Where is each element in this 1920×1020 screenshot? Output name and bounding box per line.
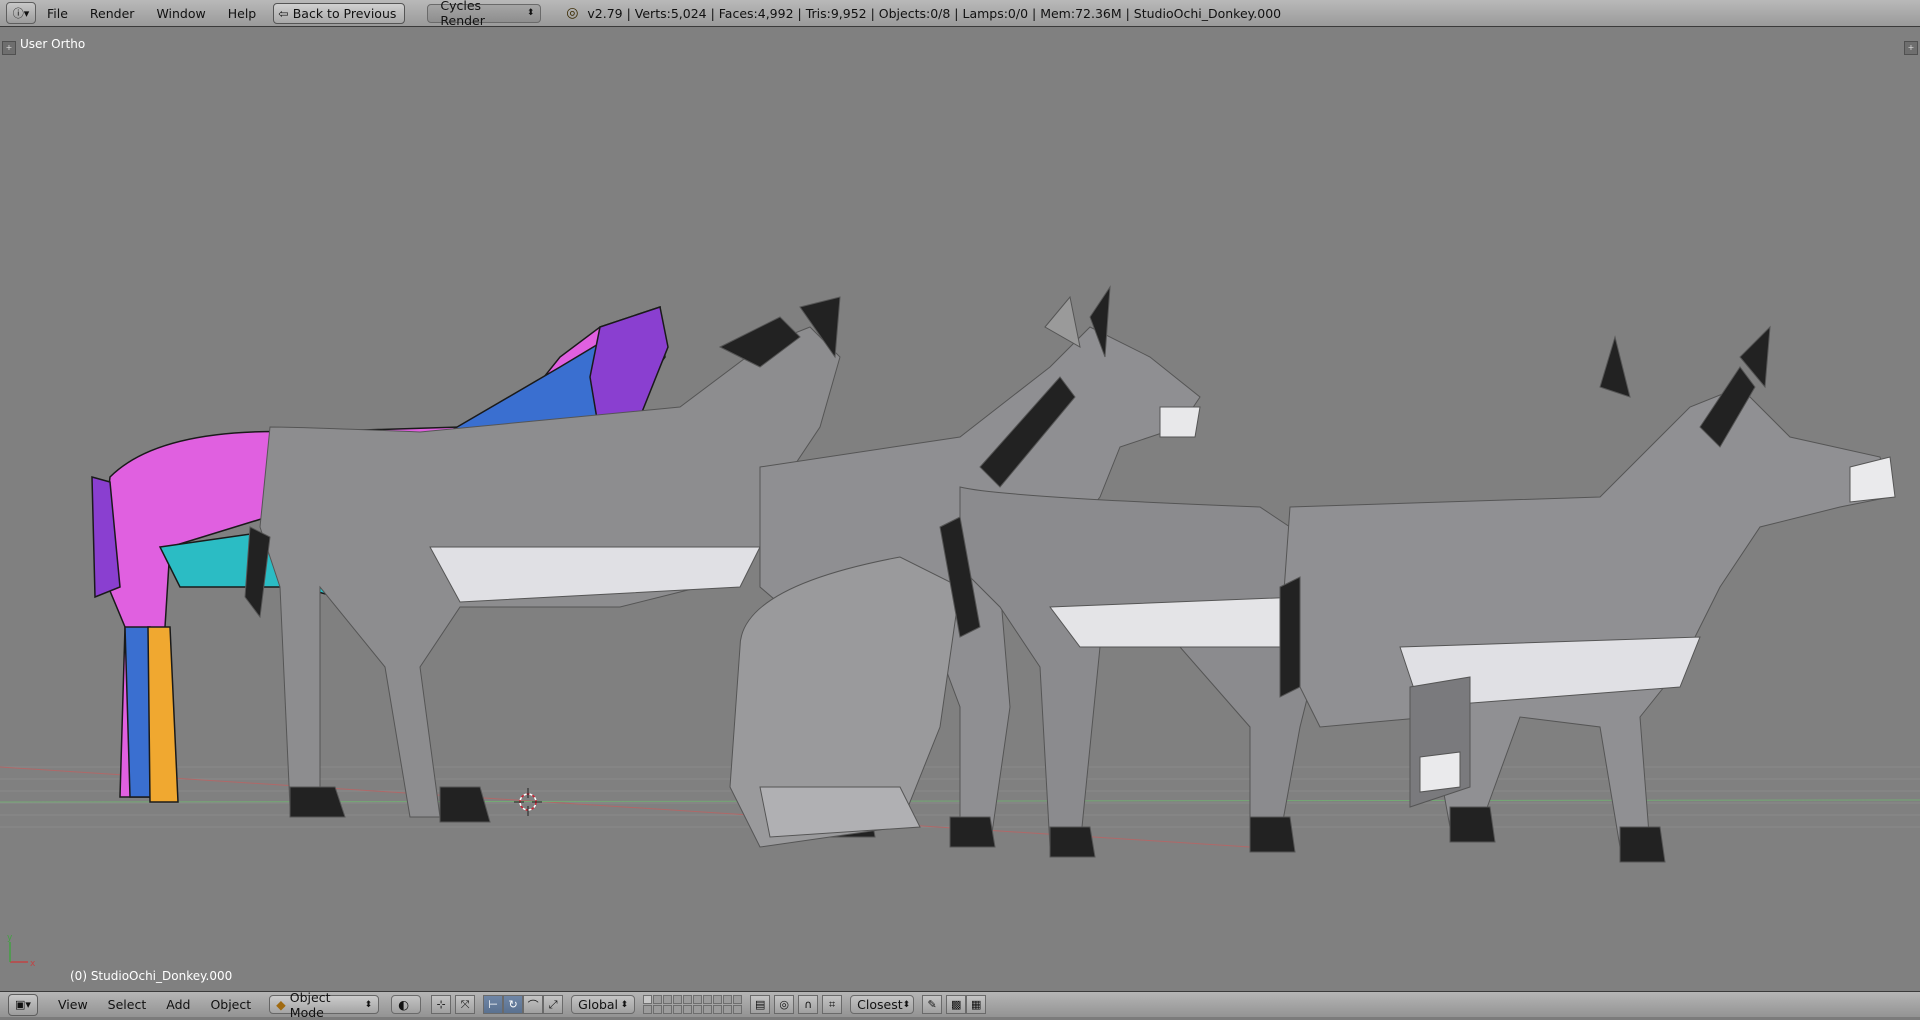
interaction-mode-value: Object Mode — [289, 989, 331, 1020]
render-icon: ✎ — [927, 998, 937, 1011]
snap-target-value: Closest — [857, 997, 903, 1012]
lock-camera-layers-button[interactable]: ▤ — [750, 995, 771, 1014]
view-name-label: User Ortho — [20, 37, 86, 51]
layer-button[interactable] — [673, 995, 683, 1004]
active-object-label: (0) StudioOchi_Donkey.000 — [70, 969, 233, 983]
arc-manipulator-button[interactable]: ⌒ — [523, 995, 544, 1014]
scene-statistics: v2.79 | Verts:5,024 | Faces:4,992 | Tris… — [587, 5, 1282, 21]
layer-button[interactable] — [693, 1005, 703, 1014]
layer-button[interactable] — [673, 1005, 683, 1014]
layer-button[interactable] — [733, 1005, 743, 1014]
layer-button[interactable] — [693, 995, 703, 1004]
menu-render[interactable]: Render — [79, 0, 146, 27]
cube-icon: ▣▾ — [15, 998, 31, 1011]
scale-icon: ⤢ — [548, 997, 558, 1011]
editor-type-button[interactable]: ⓘ▾ — [6, 2, 36, 24]
snap-element-button[interactable]: ⌗ — [822, 995, 843, 1014]
layer-button[interactable] — [663, 1005, 673, 1014]
render-button[interactable]: ✎ — [922, 995, 943, 1014]
back-arrow-icon: ⇦ — [278, 5, 289, 21]
clapper-icon: ▦ — [970, 998, 982, 1011]
pivot-icon: ⊹ — [436, 998, 446, 1011]
magnet-icon: ∩ — [804, 998, 813, 1011]
back-to-previous-button[interactable]: ⇦ Back to Previous — [273, 2, 406, 24]
menu-select[interactable]: Select — [98, 997, 157, 1012]
menu-view[interactable]: View — [48, 997, 98, 1012]
translate-icon: ⊢ — [488, 998, 498, 1011]
rotate-icon: ↻ — [508, 998, 518, 1011]
layer-button[interactable] — [663, 995, 673, 1004]
axis-x-label: x — [30, 959, 36, 969]
back-button-label: Back to Previous — [292, 5, 397, 21]
layers-icon: ▤ — [754, 998, 766, 1011]
layer-button[interactable] — [643, 1005, 653, 1014]
arc-icon: ⌒ — [527, 998, 539, 1012]
3d-viewport[interactable]: x y User Ortho (0) StudioOchi_Donkey.000… — [0, 27, 1920, 991]
opengl-render-image-button[interactable]: ▩ — [946, 995, 967, 1014]
axis-gizmo: x y — [7, 933, 36, 969]
layer-button[interactable] — [723, 1005, 733, 1014]
pivot-point-button[interactable]: ⊹ — [431, 995, 452, 1014]
object-mode-icon: ◆ — [276, 997, 286, 1012]
menu-file[interactable]: File — [36, 0, 79, 27]
layer-button[interactable] — [683, 1005, 693, 1014]
layer-button[interactable] — [713, 1005, 723, 1014]
rotate-manipulator-button[interactable]: ↻ — [503, 995, 524, 1014]
proportional-edit-button[interactable]: ◎ — [774, 995, 795, 1014]
axis-y-label: y — [7, 933, 13, 943]
donkey-4 — [1279, 325, 1896, 863]
manipulator-icon: ⤧ — [460, 997, 470, 1011]
menu-window[interactable]: Window — [145, 0, 216, 27]
layer-button[interactable] — [703, 1005, 713, 1014]
layer-button[interactable] — [713, 995, 723, 1004]
updown-arrows-icon: ⬍ — [364, 999, 373, 1010]
layer-button[interactable] — [683, 995, 693, 1004]
viewport-scene: x y — [0, 285, 1920, 969]
render-engine-select[interactable]: Cycles Render ⬍ — [427, 0, 542, 28]
layer-button[interactable] — [733, 995, 743, 1004]
editor-type-button[interactable]: ▣▾ — [8, 993, 38, 1016]
scale-manipulator-button[interactable]: ⤢ — [543, 995, 564, 1014]
menu-object[interactable]: Object — [200, 997, 261, 1012]
render-engine-value: Cycles Render — [440, 0, 485, 28]
info-icon: ⓘ▾ — [12, 7, 30, 20]
tool-shelf-toggle[interactable]: + — [2, 41, 16, 55]
manipulator-toggle-button[interactable]: ⤧ — [455, 995, 476, 1014]
opengl-render-animation-button[interactable]: ▦ — [966, 995, 987, 1014]
updown-arrows-icon: ⬍ — [526, 8, 535, 18]
blender-logo-icon: ◎ — [566, 5, 579, 21]
viewport-shading-select[interactable]: ◐ — [391, 995, 422, 1014]
3d-view-header: ▣▾ View Select Add Object ◆ Object Mode … — [0, 990, 1920, 1020]
layer-button[interactable] — [653, 995, 663, 1004]
info-header: ⓘ▾ File Render Window Help ⇦ Back to Pre… — [0, 0, 1920, 28]
layer-buttons[interactable] — [643, 995, 743, 1014]
snap-target-select[interactable]: Closest ⬍ — [850, 995, 915, 1014]
3d-cursor-icon — [514, 788, 542, 816]
layer-button[interactable] — [723, 995, 733, 1004]
shading-sphere-icon: ◐ — [398, 997, 410, 1012]
properties-shelf-toggle[interactable]: + — [1904, 41, 1918, 55]
interaction-mode-select[interactable]: ◆ Object Mode ⬍ — [269, 990, 380, 1020]
transform-orientation-select[interactable]: Global ⬍ — [571, 995, 636, 1014]
updown-arrows-icon: ⬍ — [620, 999, 629, 1010]
camera-icon: ▩ — [950, 998, 962, 1011]
snap-element-icon: ⌗ — [829, 997, 836, 1011]
layer-button[interactable] — [643, 995, 653, 1004]
layer-button[interactable] — [653, 1005, 663, 1014]
menu-add[interactable]: Add — [156, 997, 200, 1012]
translate-manipulator-button[interactable]: ⊢ — [483, 995, 504, 1014]
menu-help[interactable]: Help — [217, 0, 268, 27]
layer-button[interactable] — [703, 995, 713, 1004]
transform-orientation-value: Global — [578, 997, 619, 1012]
snap-toggle-button[interactable]: ∩ — [798, 995, 819, 1014]
proportional-edit-icon: ◎ — [779, 998, 789, 1011]
updown-arrows-icon: ⬍ — [902, 999, 911, 1010]
